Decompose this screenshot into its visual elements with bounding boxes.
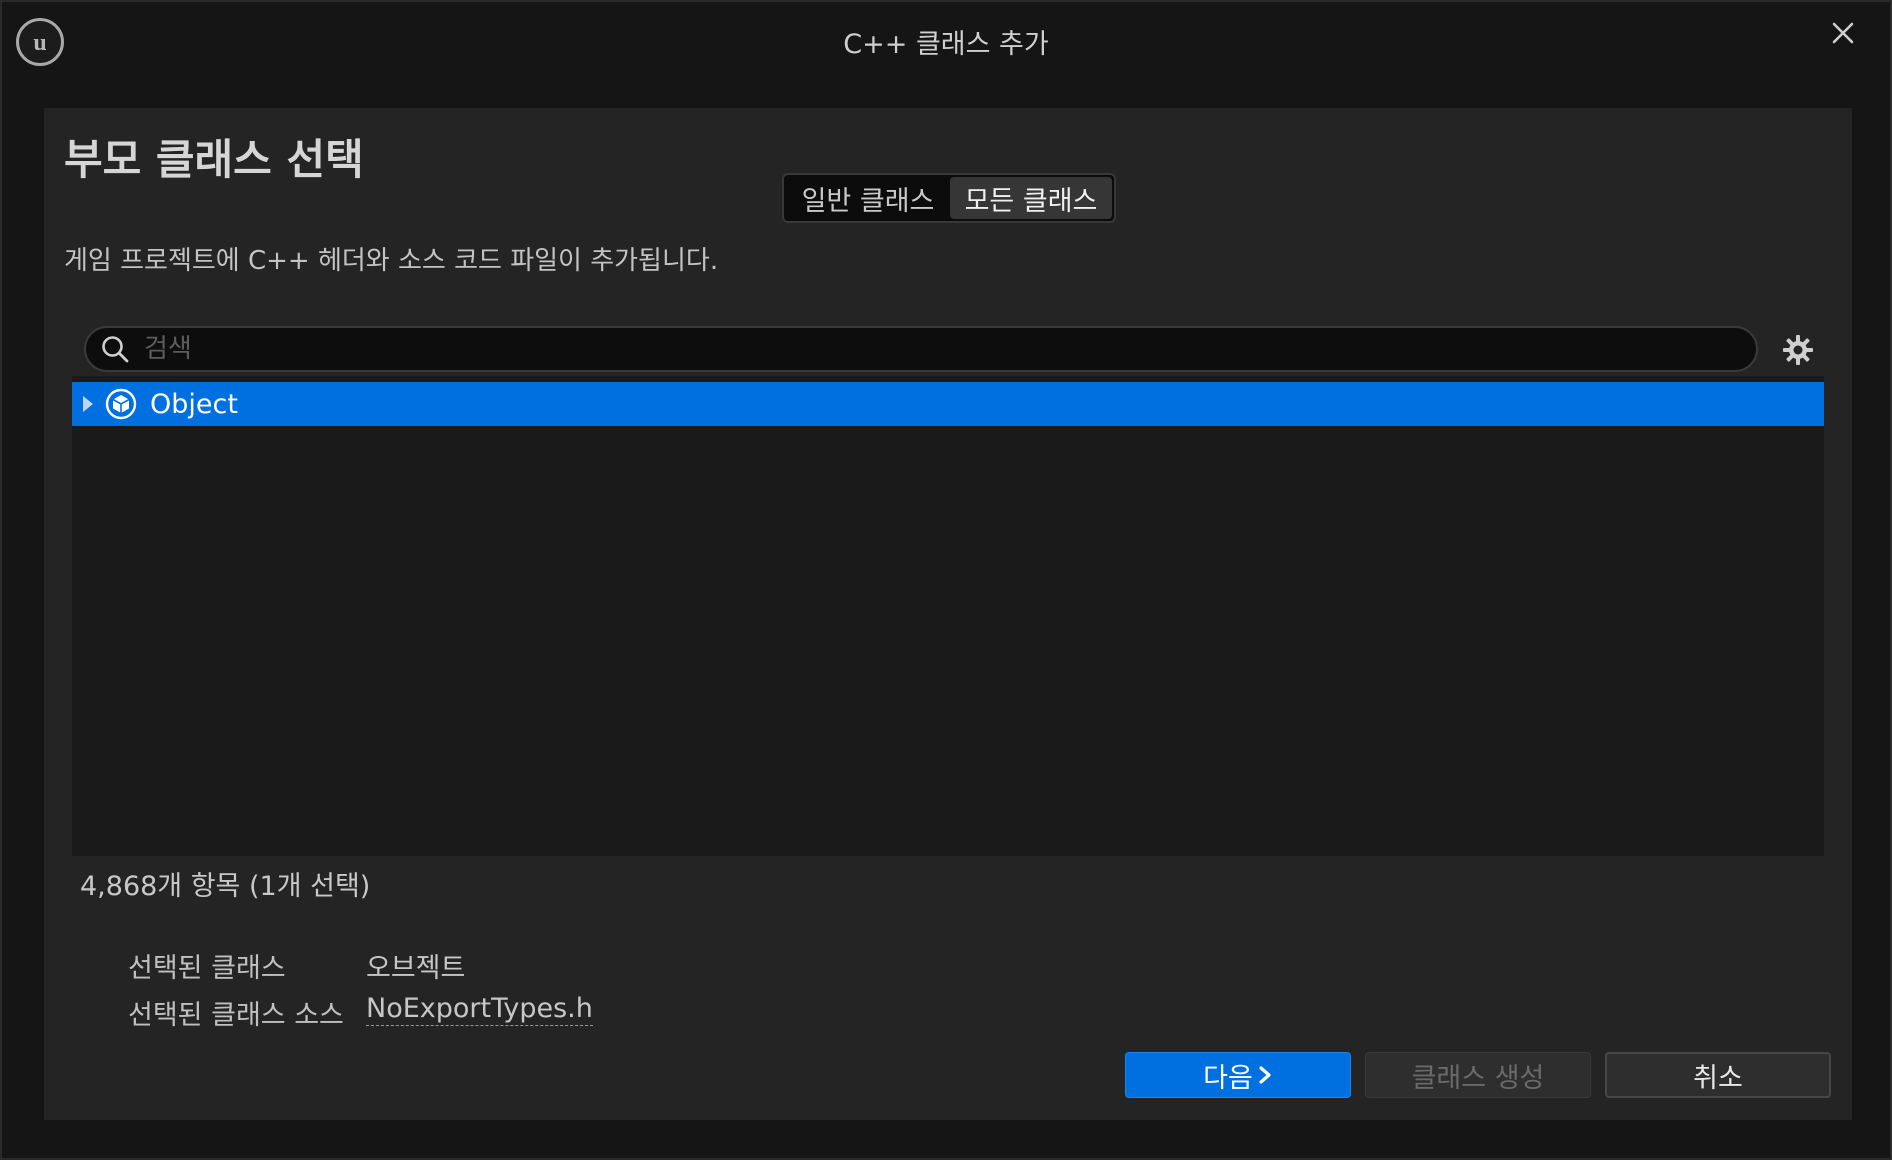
window-title: C++ 클래스 추가 [843,29,1049,60]
page-title: 부모 클래스 선택 [64,135,364,184]
cancel-button[interactable]: 취소 [1605,1052,1831,1098]
expand-arrow-icon[interactable] [74,382,102,426]
search-input[interactable] [136,328,1756,370]
chevron-right-icon [1259,1066,1271,1084]
item-count: 4,868개 항목 (1개 선택) [80,871,371,902]
view-options-button[interactable] [1778,330,1818,370]
selected-class-value: 오브젝트 [366,953,466,984]
selected-class-label: 선택된 클래스 [128,953,286,984]
tab-common-classes[interactable]: 일반 클래스 [786,177,950,219]
search-box [84,326,1758,372]
search-icon [94,328,136,370]
description-text: 게임 프로젝트에 C++ 헤더와 소스 코드 파일이 추가됩니다. [64,246,719,276]
title-bar: u C++ 클래스 추가 [2,2,1890,82]
object-class-icon [104,387,138,421]
parent-class-panel: 부모 클래스 선택 일반 클래스 모든 클래스 게임 프로젝트에 C++ 헤더와… [44,108,1852,1120]
tab-all-classes[interactable]: 모든 클래스 [950,177,1112,219]
class-filter-toggle: 일반 클래스 모든 클래스 [782,173,1116,223]
close-button[interactable] [1826,16,1860,50]
class-tree: Object [72,376,1824,856]
next-button-label: 다음 [1203,1062,1253,1094]
tree-item-object[interactable]: Object [72,382,1824,426]
source-file-link[interactable]: NoExportTypes.h [366,993,593,1026]
tree-item-label: Object [150,388,238,420]
create-class-button[interactable]: 클래스 생성 [1365,1052,1591,1098]
gear-icon [1783,335,1813,365]
selected-class-source-link[interactable]: NoExportTypes.h [366,993,593,1026]
selected-class-source-label: 선택된 클래스 소스 [128,1000,344,1031]
close-icon [1832,22,1854,44]
add-cpp-class-dialog: u C++ 클래스 추가 부모 클래스 선택 일반 클래스 모든 클래스 게임 … [0,0,1892,1160]
next-button[interactable]: 다음 [1125,1052,1351,1098]
